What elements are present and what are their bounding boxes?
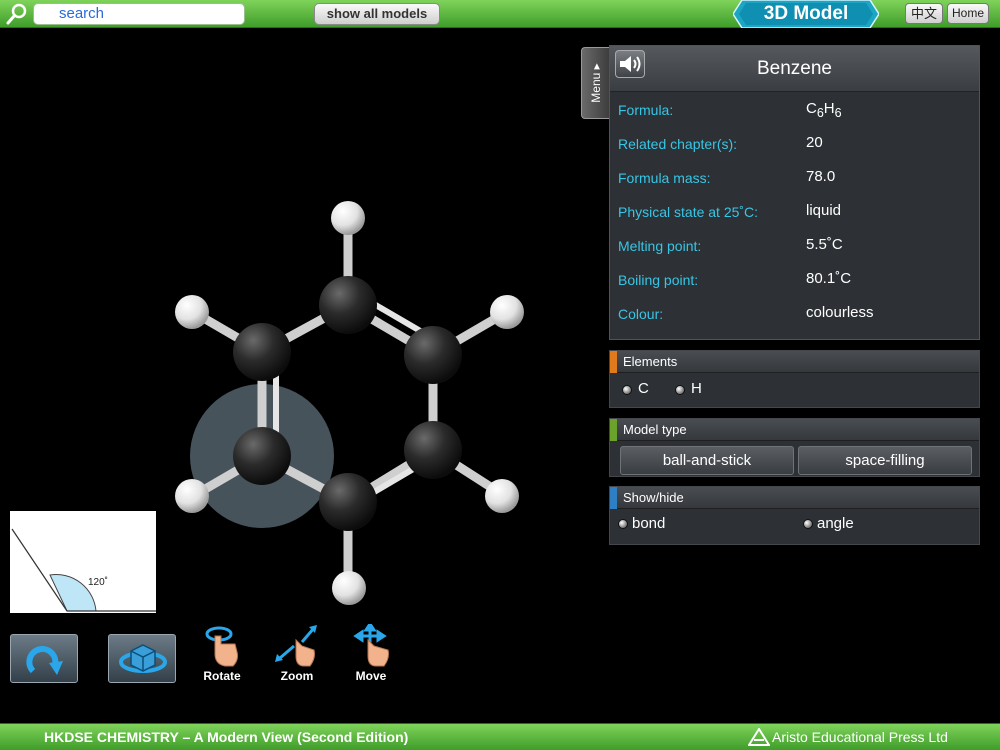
publisher-name: Aristo Educational Press Ltd — [772, 729, 948, 745]
top-bar: search show all models 3D Model 中文 Home — [0, 0, 1000, 28]
move-gesture-icon — [353, 621, 389, 667]
menu-toggle-tab[interactable]: Menu ▸ — [581, 47, 609, 119]
hydrogen-atom — [331, 201, 365, 235]
info-row-state: Physical state at 25˚C: liquid — [618, 202, 978, 228]
hydrogen-atom — [175, 295, 209, 329]
angle-toggle[interactable] — [803, 519, 813, 529]
molecule-name: Benzene — [756, 58, 832, 79]
home-button[interactable]: Home — [947, 3, 989, 24]
rotate-arrow-icon — [26, 645, 63, 675]
app-root: search show all models 3D Model 中文 Home — [0, 0, 1000, 750]
molecule-info-panel: Benzene Formula: C6H6 Related chapter(s)… — [609, 45, 980, 340]
model-type-title: Model type — [623, 422, 687, 437]
model-type-color-bar — [610, 419, 617, 441]
language-button[interactable]: 中文 — [905, 3, 943, 24]
hydrogen-atom — [485, 479, 519, 513]
element-c-radio[interactable] — [622, 385, 632, 395]
bond-label[interactable]: bond — [632, 515, 665, 532]
elements-title: Elements — [623, 354, 678, 369]
zoom-gesture-hint: Zoom — [272, 624, 322, 684]
chapter-value: 20 — [806, 134, 823, 151]
show-all-models-button[interactable]: show all models — [314, 3, 440, 25]
show-hide-title: Show/hide — [623, 490, 684, 505]
show-hide-section: Show/hide bond angle — [609, 486, 980, 545]
hydrogen-atom — [490, 295, 524, 329]
rotate-gesture-hint: Rotate — [197, 624, 247, 684]
carbon-atom — [233, 427, 291, 485]
boiling-label: Boiling point: — [618, 272, 699, 288]
melting-label: Melting point: — [618, 238, 702, 254]
rotate-label: Rotate — [203, 669, 241, 683]
bond-angle-panel: 120˚ — [10, 511, 156, 613]
model-type-header: Model type — [610, 419, 979, 441]
elements-header: Elements — [610, 351, 979, 373]
reset-rotation-button[interactable] — [10, 634, 78, 683]
boiling-value: 80.1˚C — [806, 270, 852, 287]
info-row-chapter: Related chapter(s): 20 — [618, 134, 978, 160]
hydrogen-atom — [332, 571, 366, 605]
chapter-label: Related chapter(s): — [618, 136, 738, 152]
colour-label: Colour: — [618, 306, 664, 322]
page-title: 3D Model — [763, 3, 849, 24]
book-title: HKDSE CHEMISTRY – A Modern View (Second … — [44, 729, 409, 745]
space-filling-button[interactable]: space-filling — [798, 446, 972, 475]
search-icon[interactable] — [4, 2, 30, 26]
benzene-3d-model[interactable] — [150, 180, 570, 620]
angle-label[interactable]: angle — [817, 515, 854, 532]
formula-label: Formula: — [618, 102, 674, 118]
search-input[interactable]: search — [33, 3, 245, 25]
carbon-atom — [404, 326, 462, 384]
show-hide-header: Show/hide — [610, 487, 979, 509]
move-label: Move — [355, 669, 387, 683]
carbon-atom — [319, 473, 377, 531]
info-row-formula: Formula: C6H6 — [618, 100, 978, 126]
elements-section: Elements C H — [609, 350, 980, 408]
bottom-bar: HKDSE CHEMISTRY – A Modern View (Second … — [0, 723, 1000, 750]
move-gesture-hint: Move — [346, 621, 396, 684]
cube-rotate-icon — [119, 644, 167, 673]
zoom-gesture-icon — [275, 625, 317, 667]
element-h-radio[interactable] — [675, 385, 685, 395]
carbon-atom — [404, 421, 462, 479]
ball-and-stick-button[interactable]: ball-and-stick — [620, 446, 794, 475]
bond-toggle[interactable] — [618, 519, 628, 529]
colour-value: colourless — [806, 304, 874, 321]
state-label: Physical state at 25˚C: — [618, 204, 759, 220]
element-c-label[interactable]: C — [638, 380, 649, 397]
info-row-boiling: Boiling point: 80.1˚C — [618, 270, 978, 296]
mass-value: 78.0 — [806, 168, 836, 185]
info-row-colour: Colour: colourless — [618, 304, 978, 330]
zoom-label: Zoom — [280, 669, 314, 683]
element-h-label[interactable]: H — [691, 380, 702, 397]
rotate-gesture-icon — [205, 626, 238, 667]
show-hide-color-bar — [610, 487, 617, 509]
bond-angle-diagram — [11, 528, 156, 612]
carbon-atom — [319, 276, 377, 334]
info-header: Benzene — [610, 46, 979, 92]
title-badge: 3D Model — [733, 0, 879, 28]
model-type-section: Model type ball-and-stick space-filling — [609, 418, 980, 477]
mass-label: Formula mass: — [618, 170, 711, 186]
melting-value: 5.5˚C — [806, 236, 843, 253]
speaker-icon — [620, 56, 641, 72]
info-row-mass: Formula mass: 78.0 — [618, 168, 978, 194]
elements-color-bar — [610, 351, 617, 373]
speaker-button[interactable] — [615, 50, 645, 78]
auto-rotate-button[interactable] — [108, 634, 176, 683]
menu-tab-label: Menu ▸ — [589, 63, 603, 103]
carbon-atom — [233, 323, 291, 381]
state-value: liquid — [806, 202, 842, 219]
bond-angle-label: 120˚ — [88, 577, 109, 588]
hydrogen-atom — [175, 479, 209, 513]
info-row-melting: Melting point: 5.5˚C — [618, 236, 978, 262]
formula-value: C6H6 — [806, 100, 842, 120]
publisher-logo-icon — [748, 728, 770, 746]
